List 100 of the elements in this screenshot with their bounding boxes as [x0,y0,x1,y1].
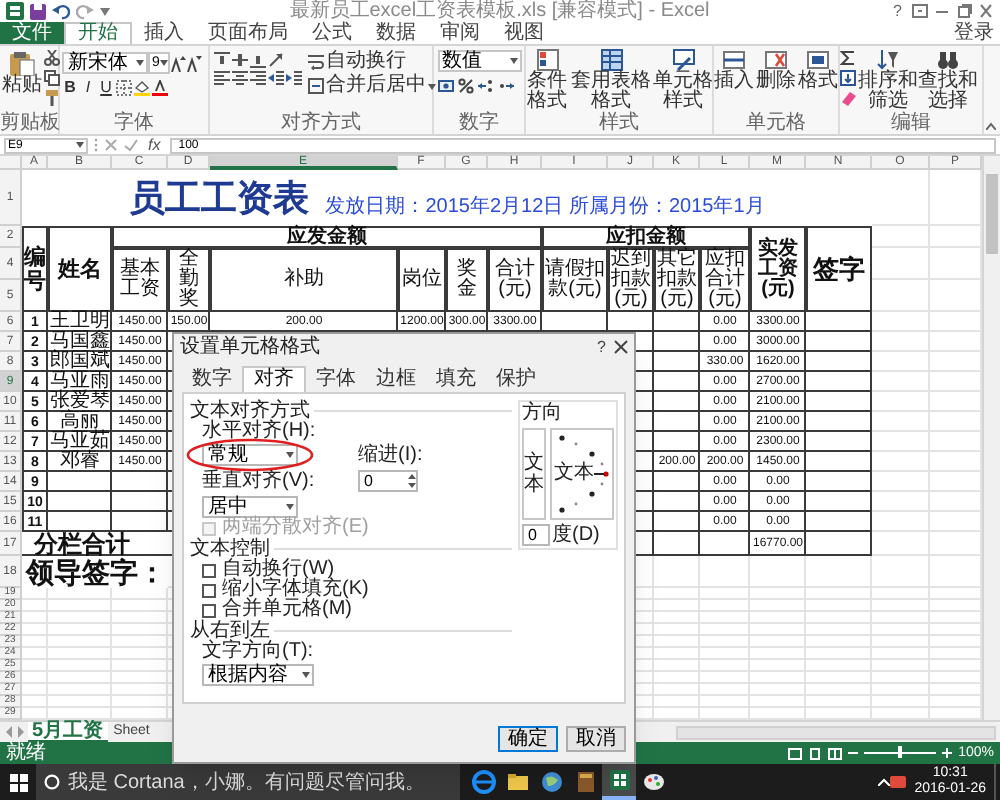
ok-button[interactable]: 确定 [498,726,558,752]
indent-spinner[interactable]: 0 [358,470,418,492]
dialog-tab[interactable]: 字体 [306,366,366,392]
fill-down-icon[interactable] [840,70,856,86]
normal-view-icon[interactable] [788,747,803,759]
dialog-tab[interactable]: 对齐 [242,366,306,392]
scrollbar-thumb[interactable] [986,174,998,254]
align-bottom-icon[interactable] [250,52,266,68]
orientation-icon[interactable] [268,52,284,68]
accounting-icon[interactable] [438,78,454,94]
maximize-icon[interactable] [956,4,972,18]
font-color-icon[interactable] [152,80,168,96]
page-break-icon[interactable] [828,747,843,759]
horizontal-align-dropdown[interactable]: 常规 [202,444,298,466]
number-format-dropdown[interactable]: 数值 [438,50,522,72]
increase-decimal-icon[interactable] [478,78,494,94]
help-button[interactable]: ? [597,339,606,355]
dialog-tab[interactable]: 填充 [426,366,486,392]
ribbon-tab[interactable]: 审阅 [428,22,492,44]
taskbar-button[interactable] [602,764,636,800]
ribbon-tab[interactable]: 插入 [132,22,196,44]
zoom-slider-thumb[interactable] [898,746,903,758]
ribbon-tab[interactable]: 公式 [300,22,364,44]
checkbox[interactable] [202,583,216,597]
vertical-align-dropdown[interactable]: 居中 [202,495,298,517]
align-top-icon[interactable] [214,52,230,68]
autosum-icon[interactable] [840,50,856,66]
font-name-dropdown[interactable]: 新宋体 [62,52,148,74]
notification-icon[interactable] [890,774,907,790]
decrease-indent-icon[interactable] [268,70,284,86]
ribbon-tab[interactable]: 页面布局 [196,22,300,44]
palette-icon [641,770,665,794]
sheet-tab[interactable]: 5月工资 [28,721,108,743]
vertical-text-box[interactable]: 文本 [522,428,546,520]
wrap-text-button[interactable]: 自动换行 [308,50,436,74]
align-left-icon[interactable] [214,70,230,86]
align-middle-icon[interactable] [232,52,248,68]
page-layout-icon[interactable] [808,747,823,759]
degrees-spinner[interactable]: 0 [522,524,550,546]
italic-button[interactable]: I [80,80,96,96]
caret-up-icon[interactable] [878,778,891,786]
save-icon[interactable] [30,3,46,19]
book-icon [573,770,597,794]
decrease-decimal-icon[interactable] [498,78,514,94]
ribbon-tab[interactable]: 开始 [64,22,132,44]
fill-color-icon[interactable] [134,80,150,96]
checkbox[interactable] [202,563,216,577]
paste-button[interactable]: 粘贴 [2,50,42,96]
shrink-font-icon[interactable] [186,55,202,71]
increase-indent-icon[interactable] [286,70,302,86]
scissors-icon[interactable] [44,50,60,66]
align-center-icon[interactable] [232,70,248,86]
format-painter-icon[interactable] [44,90,60,106]
help-button[interactable]: ? [889,1,906,21]
underline-button[interactable]: U [98,80,114,96]
close-icon[interactable] [614,340,628,354]
align-right-icon[interactable] [250,70,266,86]
text-direction-dropdown[interactable]: 根据内容 [202,663,314,685]
delete-button[interactable]: 删除 [756,48,796,112]
borders-icon[interactable] [116,80,132,96]
horizontal-scrollbar[interactable] [676,725,996,739]
sign-in-link[interactable]: 登录 [954,24,994,44]
section-label: 文本对齐方式 [190,401,310,421]
field-label: 缩进(I): [358,445,423,465]
customize-caret-icon[interactable] [100,7,110,15]
insert-function-button[interactable]: fx [144,137,165,153]
cell-styles-button[interactable]: 单元格样式 [653,48,713,112]
header-cell: 实发工资(元) [750,226,806,312]
ribbon-tab[interactable]: 数据 [364,22,428,44]
merge-cells-icon [308,78,324,94]
undo-icon[interactable] [52,3,70,19]
zoom-out-icon[interactable] [848,748,859,758]
copy-icon[interactable] [44,70,60,86]
eraser-icon[interactable] [840,90,856,106]
checkbox[interactable] [202,603,216,617]
search-field[interactable]: 我是 Cortana，小娜。有问题尽管问我。 [36,764,460,800]
bold-button[interactable]: B [62,80,78,96]
ribbon-tab[interactable]: 视图 [492,22,556,44]
table-cell: 郎国斌 [48,352,112,372]
insert-button[interactable]: 插入 [714,48,754,112]
windows-logo-icon[interactable] [9,773,27,791]
sort-filter-button[interactable]: 排序和筛选 [858,48,918,112]
table-format-button[interactable]: 套用表格格式 [571,48,651,112]
percent-icon[interactable] [458,78,474,94]
dialog-tab[interactable]: 边框 [366,366,426,392]
collapse-ribbon-icon[interactable] [986,122,996,130]
file-tab[interactable]: 文件 [0,22,64,44]
spreadsheet-app-icon [607,768,631,792]
format-button[interactable]: 格式 [798,48,838,112]
close-icon[interactable] [978,4,994,18]
cancel-button[interactable]: 取消 [566,726,626,752]
dialog-tab[interactable]: 数字 [182,366,242,392]
dialog-tab[interactable]: 保护 [486,366,546,392]
ribbon-options-icon[interactable] [912,4,928,18]
merge-center-button[interactable]: 合并后居中 [308,74,436,98]
vertical-scrollbar[interactable] [982,156,1000,720]
zoom-in-icon[interactable] [942,748,953,758]
find-select-button[interactable]: 查找和选择 [918,48,978,112]
conditional-format-button[interactable]: 条件格式 [525,48,569,112]
grow-font-icon[interactable] [170,55,186,71]
